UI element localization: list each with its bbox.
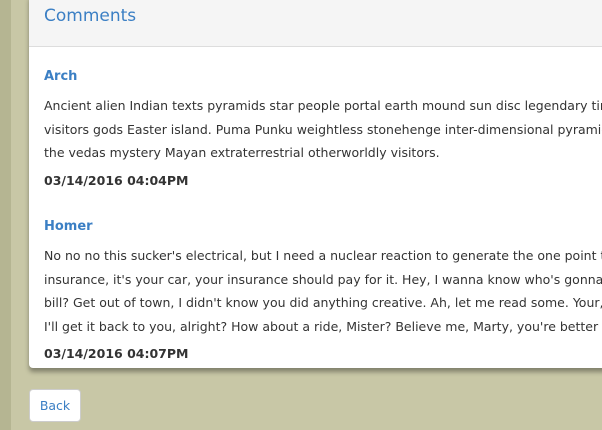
comment-item: Arch Ancient alien Indian texts pyramids…	[44, 68, 602, 190]
left-background-strip	[0, 0, 11, 430]
panel-heading: Comments	[29, 0, 602, 47]
comment-author[interactable]: Arch	[44, 68, 602, 86]
comment-text-line: visitors gods Easter island. Puma Punku …	[44, 121, 602, 137]
comment-text-line: No no no this sucker's electrical, but I…	[44, 248, 602, 263]
comment-text-line: bill? Get out of town, I didn't know you…	[44, 295, 602, 310]
panel-title: Comments	[44, 6, 137, 26]
comment-item: Homer No no no this sucker's electrical,…	[44, 218, 602, 363]
comment-text-line: Ancient alien Indian texts pyramids star…	[44, 98, 602, 113]
comments-panel: Comments Arch Ancient alien Indian texts…	[29, 0, 602, 368]
comment-text-line: insurance, it's your car, your insurance…	[44, 271, 602, 287]
comment-text-line: I'll get it back to you, alright? How ab…	[44, 318, 602, 334]
page: Comments Arch Ancient alien Indian texts…	[0, 0, 602, 430]
comment-date: 03/14/2016 04:04PM	[44, 172, 189, 188]
comment-text-line: the vedas mystery Mayan extraterrestrial…	[44, 145, 440, 160]
comment-date: 03/14/2016 04:07PM	[44, 346, 189, 361]
comment-author[interactable]: Homer	[44, 218, 602, 236]
back-button[interactable]: Back	[29, 389, 81, 422]
